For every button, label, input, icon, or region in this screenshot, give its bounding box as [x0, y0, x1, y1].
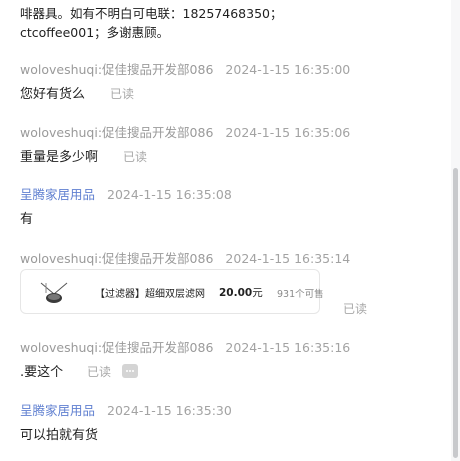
message-time: 2024-1-15 16:35:14	[225, 251, 351, 266]
message-meta: woloveshuqi:促佳搜品开发部086 2024-1-15 16:35:14	[20, 248, 350, 267]
product-card[interactable]: 【过滤器】超细双层滤网 20.00元 931个可售	[20, 269, 324, 314]
message-meta: 呈腾家居用品 2024-1-15 16:35:08	[20, 184, 232, 203]
sender-name[interactable]: 呈腾家居用品	[20, 187, 95, 202]
message-meta: woloveshuqi:促佳搜品开发部086 2024-1-15 16:35:06	[20, 122, 350, 141]
message-text: 可以拍就有货	[20, 428, 99, 443]
message-meta: woloveshuqi:促佳搜品开发部086 2024-1-15 16:35:16	[20, 337, 350, 356]
message-time: 2024-1-15 16:35:16	[225, 340, 351, 355]
read-status: 已读	[123, 150, 148, 164]
message-meta: woloveshuqi:促佳搜品开发部086 2024-1-15 16:35:00	[20, 59, 350, 78]
price-value: 20.00	[219, 287, 253, 299]
sender-name[interactable]: 呈腾家居用品	[20, 403, 95, 418]
message-time: 2024-1-15 16:35:08	[107, 187, 232, 202]
product-title: 【过滤器】超细双层滤网	[95, 289, 205, 300]
sender-name[interactable]: woloveshuqi:促佳搜品开发部086	[20, 340, 213, 355]
previous-message-text: 啡器具。如有不明白可电联：18257468350；ctcoffee001；多谢惠…	[20, 6, 283, 40]
message-meta: 呈腾家居用品 2024-1-15 16:35:30	[20, 400, 232, 419]
product-price: 20.00元	[219, 285, 263, 300]
message-text: .要这个	[20, 365, 64, 380]
product-thumbnail	[40, 282, 68, 303]
price-unit: 元	[252, 287, 263, 299]
comment-icon[interactable]	[122, 364, 138, 378]
message-text: 重量是多少啊	[20, 150, 99, 165]
message-text: 有	[20, 212, 34, 227]
chat-message-list: 啡器具。如有不明白可电联：18257468350；ctcoffee001；多谢惠…	[0, 0, 451, 461]
message-time: 2024-1-15 16:35:06	[225, 125, 351, 140]
message-time: 2024-1-15 16:35:30	[107, 403, 232, 418]
message-time: 2024-1-15 16:35:00	[225, 62, 351, 77]
sender-name[interactable]: woloveshuqi:促佳搜品开发部086	[20, 125, 213, 140]
scrollbar-thumb[interactable]	[453, 168, 458, 458]
product-sold-count: 931个可售	[277, 289, 324, 300]
read-status: 已读	[87, 365, 112, 379]
read-status: 已读	[110, 87, 135, 101]
sender-name[interactable]: woloveshuqi:促佳搜品开发部086	[20, 62, 213, 77]
message-text: 您好有货么	[20, 87, 86, 102]
sender-name[interactable]: woloveshuqi:促佳搜品开发部086	[20, 251, 213, 266]
read-status: 已读	[343, 302, 368, 316]
scrollbar-track[interactable]	[451, 0, 460, 461]
